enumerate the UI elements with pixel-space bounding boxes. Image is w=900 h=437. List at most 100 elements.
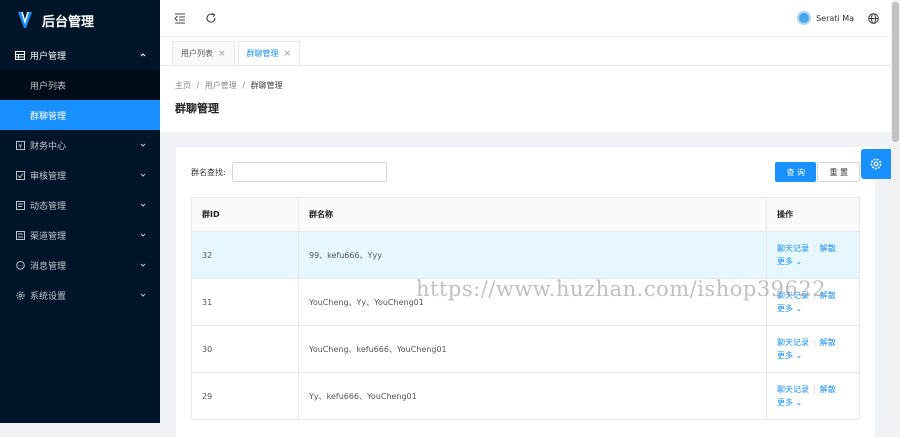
table-row[interactable]: 32 99、kefu666、Yyy 聊天记录 | 解散 更多 ⌄ (191, 231, 860, 279)
close-icon[interactable]: × (218, 49, 226, 59)
more-dropdown[interactable]: 更多 ⌄ (777, 303, 849, 314)
cell-id: 30 (191, 325, 299, 373)
breadcrumb-separator: / (242, 81, 246, 90)
tab-group-chat[interactable]: 群聊管理 × (237, 41, 301, 65)
svg-text:¥: ¥ (18, 142, 22, 150)
menu-fold-icon[interactable] (174, 12, 186, 24)
cell-id: 29 (191, 372, 299, 420)
scrollbar-thumb[interactable] (892, 2, 899, 142)
close-icon[interactable]: × (284, 49, 292, 59)
table-icon (15, 50, 25, 60)
gear-icon (870, 158, 882, 170)
avatar[interactable] (797, 11, 812, 25)
search-label: 群名查找: (191, 167, 226, 177)
more-dropdown[interactable]: 更多 ⌄ (777, 350, 849, 361)
breadcrumb-home[interactable]: 主页 (175, 81, 191, 90)
message-icon (15, 260, 25, 270)
dissolve-link[interactable]: 解散 (820, 338, 836, 347)
file-icon (15, 200, 25, 210)
table-header-row: 群ID 群名称 操作 (191, 197, 860, 232)
page-title: 群聊管理 (175, 102, 219, 115)
submenu-user: 用户列表 群聊管理 (0, 70, 160, 130)
group-table: 群ID 群名称 操作 32 99、kefu666、Yyy 聊天记录 | 解散 更多 … (191, 197, 860, 420)
channel-icon (15, 230, 25, 240)
menu-label: 消息管理 (30, 261, 67, 272)
tab-label: 用户列表 (181, 49, 213, 58)
breadcrumb-parent[interactable]: 用户管理 (205, 81, 237, 90)
chevron-down-icon (140, 143, 146, 147)
breadcrumb: 主页 / 用户管理 / 群聊管理 (175, 80, 876, 91)
username[interactable]: Serati Ma (816, 14, 854, 23)
cell-actions: 聊天记录 | 解散 更多 ⌄ (766, 325, 860, 373)
cell-actions: 聊天记录 | 解散 更多 ⌄ (766, 278, 860, 326)
page-scrollbar[interactable] (891, 0, 900, 423)
app-title: 后台管理 (42, 14, 95, 30)
tab-label: 群聊管理 (246, 49, 279, 58)
column-header-name: 群名称 (298, 197, 767, 232)
dissolve-link[interactable]: 解散 (820, 385, 836, 394)
group-name-search-input[interactable] (231, 162, 387, 182)
sidebar-item-label: 群聊管理 (30, 111, 67, 122)
menu-label: 用户管理 (30, 51, 67, 62)
dissolve-link[interactable]: 解散 (820, 244, 836, 253)
chevron-down-icon (140, 293, 146, 297)
menu-label: 系统设置 (30, 291, 67, 302)
finance-icon: ¥ (15, 140, 25, 150)
chevron-up-icon (140, 53, 146, 57)
table-row[interactable]: 31 YouCheng、Yy、YouCheng01 聊天记录 | 解散 更多 ⌄ (191, 278, 860, 326)
cell-name: YouCheng、Yy、YouCheng01 (298, 278, 767, 326)
logo[interactable]: 后台管理 (0, 0, 160, 40)
action-separator: | (813, 244, 816, 253)
content-card: 群名查找: 查 询 重 置 群ID 群名称 操作 32 99、kefu666、Y… (176, 147, 875, 437)
logo-icon (18, 11, 32, 28)
cell-name: Yy、kefu666、YouCheng01 (298, 372, 767, 420)
tab-user-list[interactable]: 用户列表 × (172, 41, 235, 65)
chevron-down-icon (140, 203, 146, 207)
more-dropdown[interactable]: 更多 ⌄ (777, 256, 849, 267)
menu-label: 动态管理 (30, 201, 67, 212)
menu-finance[interactable]: ¥ 财务中心 (0, 130, 160, 160)
sidebar: 后台管理 用户管理 用户列表 群聊管理 ¥ 财务中心 审核管理 动态管理 渠道管… (0, 0, 160, 423)
sidebar-item-user-list[interactable]: 用户列表 (0, 70, 160, 100)
menu-message[interactable]: 消息管理 (0, 250, 160, 280)
reset-button[interactable]: 重 置 (817, 162, 860, 182)
column-header-id: 群ID (191, 197, 299, 232)
header: Serati Ma (160, 0, 891, 37)
globe-icon[interactable] (868, 12, 879, 24)
user-menu[interactable]: Serati Ma (797, 11, 879, 25)
more-dropdown[interactable]: 更多 ⌄ (777, 397, 849, 408)
menu-channel[interactable]: 渠道管理 (0, 220, 160, 250)
table-row[interactable]: 29 Yy、kefu666、YouCheng01 聊天记录 | 解散 更多 ⌄ (191, 372, 860, 420)
cell-name: YouCheng、kefu666、YouCheng01 (298, 325, 767, 373)
menu-review[interactable]: 审核管理 (0, 160, 160, 190)
menu-label: 审核管理 (30, 171, 67, 182)
sidebar-item-group-chat[interactable]: 群聊管理 (0, 100, 160, 130)
chevron-down-icon (140, 263, 146, 267)
cell-name: 99、kefu666、Yyy (298, 231, 767, 279)
action-separator: | (813, 291, 816, 300)
menu-user-management[interactable]: 用户管理 (0, 40, 160, 70)
action-separator: | (813, 385, 816, 394)
breadcrumb-current: 群聊管理 (250, 81, 283, 90)
chevron-down-icon (140, 233, 146, 237)
chevron-down-icon (140, 173, 146, 177)
chat-log-link[interactable]: 聊天记录 (777, 291, 809, 300)
reload-icon[interactable] (205, 12, 217, 24)
search-form: 群名查找: 查 询 重 置 (191, 161, 860, 183)
column-header-actions: 操作 (766, 197, 860, 232)
action-separator: | (813, 338, 816, 347)
chat-log-link[interactable]: 聊天记录 (777, 244, 809, 253)
menu-dynamic[interactable]: 动态管理 (0, 190, 160, 220)
table-row[interactable]: 30 YouCheng、kefu666、YouCheng01 聊天记录 | 解散 更… (191, 325, 860, 373)
settings-drawer-button[interactable] (861, 149, 891, 179)
dissolve-link[interactable]: 解散 (820, 291, 836, 300)
cell-id: 31 (191, 278, 299, 326)
chat-log-link[interactable]: 聊天记录 (777, 385, 809, 394)
sidebar-item-label: 用户列表 (30, 81, 67, 92)
chat-log-link[interactable]: 聊天记录 (777, 338, 809, 347)
check-square-icon (15, 170, 25, 180)
query-button[interactable]: 查 询 (775, 162, 816, 182)
cell-id: 32 (191, 231, 299, 279)
menu-settings[interactable]: 系统设置 (0, 280, 160, 310)
setting-icon (15, 290, 25, 300)
